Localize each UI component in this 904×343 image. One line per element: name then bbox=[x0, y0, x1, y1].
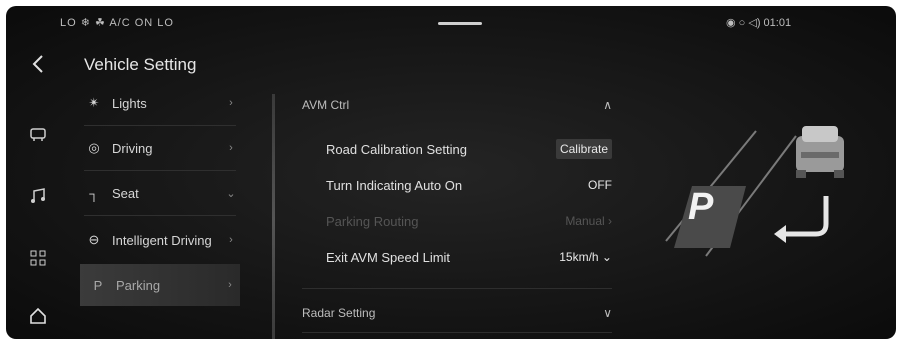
chevron-right-icon: › bbox=[228, 279, 232, 291]
section-radar-header[interactable]: Radar Setting ∨ bbox=[302, 298, 612, 328]
row-label: Road Calibration Setting bbox=[326, 141, 467, 157]
light-icon: ✴ bbox=[88, 95, 100, 110]
section-title: AVM Ctrl bbox=[302, 98, 350, 112]
menu-divider bbox=[84, 170, 236, 171]
menu-item-label: Parking bbox=[116, 277, 161, 293]
menu-item-label: Driving bbox=[112, 140, 153, 156]
chevron-right-icon: › bbox=[229, 142, 233, 154]
car-icon bbox=[796, 126, 844, 178]
back-button[interactable] bbox=[24, 50, 52, 78]
chevron-right-icon: › bbox=[229, 97, 233, 109]
page-title: Vehicle Setting bbox=[84, 55, 197, 74]
menu-item-seat[interactable]: ┐ Seat ⌄ bbox=[76, 173, 241, 213]
menu-item-label: Intelligent Driving bbox=[112, 232, 212, 248]
chevron-left-icon bbox=[32, 55, 43, 73]
assist-icon: ⊖ bbox=[88, 232, 100, 247]
chevron-up-icon: ∧ bbox=[603, 98, 612, 112]
chevron-down-icon: ⌄ bbox=[226, 187, 236, 200]
parking-p-letter: P bbox=[688, 186, 714, 228]
menu-item-lights[interactable]: ✴ Lights › bbox=[76, 83, 241, 123]
section-title: Radar Setting bbox=[302, 306, 376, 320]
music-icon bbox=[31, 188, 45, 203]
menu-divider bbox=[84, 125, 236, 126]
parking-illustration bbox=[665, 126, 844, 257]
row-turn-indicating[interactable]: Turn Indicating Auto On OFF bbox=[326, 170, 612, 200]
row-label: Exit AVM Speed Limit bbox=[326, 249, 451, 265]
panel-divider bbox=[272, 94, 275, 339]
menu-divider bbox=[84, 215, 236, 216]
music-rail-button[interactable] bbox=[24, 182, 52, 210]
row-parking-routing: Parking Routing Manual › bbox=[326, 206, 612, 236]
speed-select[interactable]: 15km/h ⌄ bbox=[559, 250, 612, 264]
calibrate-button[interactable]: Calibrate bbox=[555, 139, 612, 159]
steering-icon: ◎ bbox=[88, 140, 100, 155]
status-bar-right: ◉ ○ ◁) 01:01 bbox=[726, 17, 792, 29]
toggle-value[interactable]: OFF bbox=[588, 178, 612, 192]
seat-icon: ┐ bbox=[89, 185, 99, 201]
row-road-calibration[interactable]: Road Calibration Setting Calibrate bbox=[326, 134, 612, 164]
apps-icon bbox=[30, 250, 46, 266]
status-bar-left: LO ❄ ☘ A/C ON LO bbox=[60, 17, 174, 29]
screen: LO ❄ ☘ A/C ON LO ◉ ○ ◁) 01:01 Vehicle Se… bbox=[0, 0, 904, 343]
vehicle-settings-panel: LO ❄ ☘ A/C ON LO ◉ ○ ◁) 01:01 Vehicle Se… bbox=[6, 6, 896, 339]
notification-handle[interactable] bbox=[438, 22, 482, 25]
apps-rail-button[interactable] bbox=[24, 244, 52, 272]
row-exit-avm-speed[interactable]: Exit AVM Speed Limit 15km/h ⌄ bbox=[326, 242, 612, 272]
section-divider bbox=[302, 332, 612, 333]
seat-rail-button[interactable] bbox=[24, 120, 52, 148]
row-label: Parking Routing bbox=[326, 213, 419, 229]
menu-item-parking[interactable]: P Parking › bbox=[80, 264, 240, 306]
home-icon bbox=[30, 307, 46, 324]
menu-item-intelligent-driving[interactable]: ⊖ Intelligent Driving › bbox=[76, 218, 241, 262]
chevron-right-icon: › bbox=[229, 234, 233, 246]
menu-item-label: Lights bbox=[112, 95, 147, 111]
parking-icon: P bbox=[93, 277, 103, 293]
menu-item-driving[interactable]: ◎ Driving › bbox=[76, 128, 241, 168]
chevron-down-icon: ∨ bbox=[603, 306, 612, 320]
seat-icon bbox=[30, 128, 46, 141]
return-arrow-icon bbox=[786, 196, 829, 237]
section-divider bbox=[302, 288, 612, 289]
home-rail-button[interactable] bbox=[24, 302, 52, 330]
section-avm-header[interactable]: AVM Ctrl ∧ bbox=[302, 90, 612, 120]
row-label: Turn Indicating Auto On bbox=[326, 177, 463, 193]
select-value: Manual › bbox=[565, 214, 612, 228]
menu-item-label: Seat bbox=[112, 185, 139, 201]
